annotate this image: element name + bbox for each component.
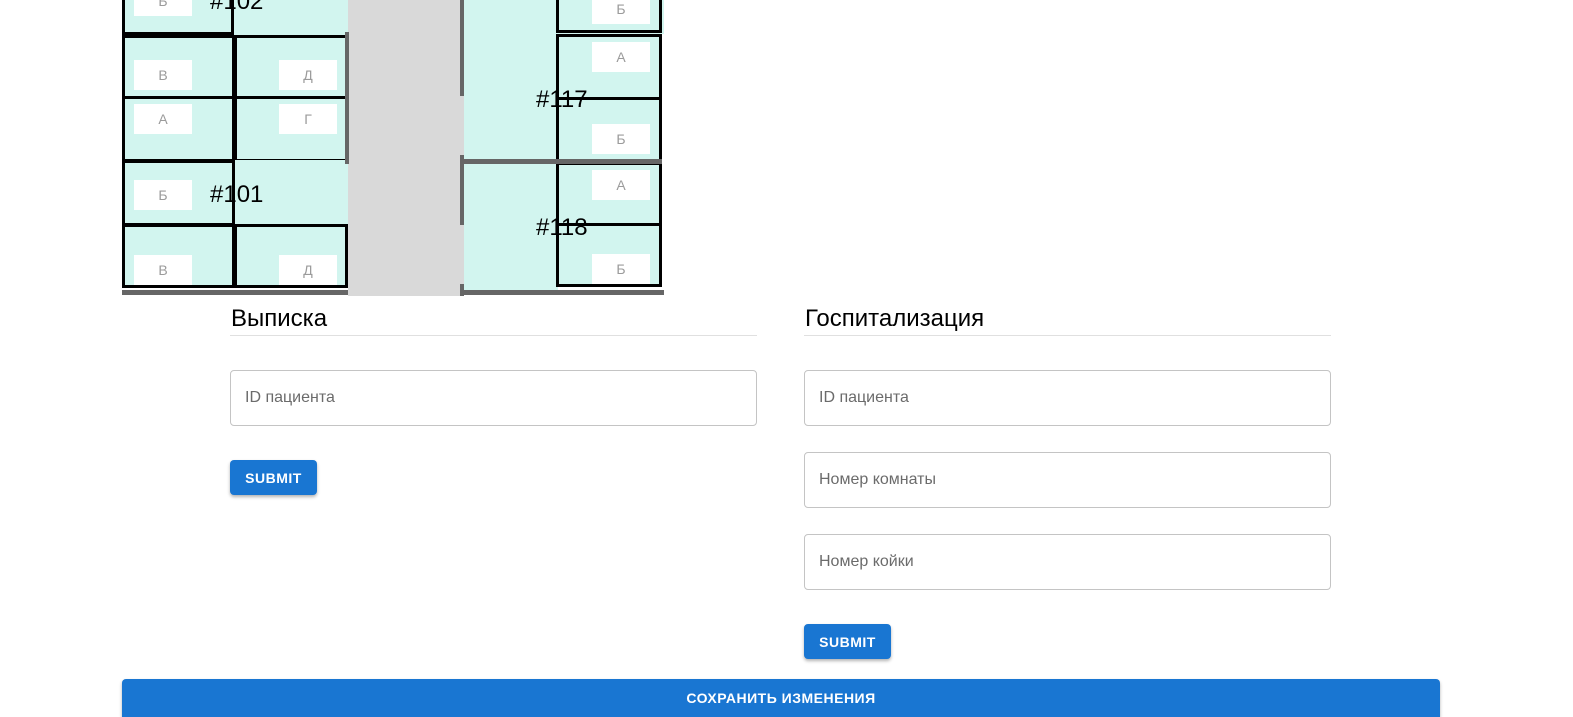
discharge-patient-id-input[interactable] <box>230 370 757 426</box>
room-number: #117 <box>536 86 588 113</box>
room-number: #118 <box>536 214 588 241</box>
bed-label: А <box>592 170 650 200</box>
bed-label: Г <box>279 104 337 134</box>
room-number-input[interactable] <box>804 452 1331 508</box>
wall <box>345 32 349 164</box>
bed-label: Б <box>592 0 650 24</box>
bed-label: Б <box>592 254 650 284</box>
corridor <box>348 0 464 296</box>
save-changes-button[interactable]: СОХРАНИТЬ ИЗМЕНЕНИЯ <box>122 679 1440 717</box>
wall <box>464 290 664 295</box>
hospitalization-divider <box>804 335 1331 336</box>
hospitalization-submit-button[interactable]: SUBMIT <box>804 624 891 659</box>
room-101[interactable]: Б #101 В Д <box>122 160 348 296</box>
discharge-submit-button[interactable]: SUBMIT <box>230 460 317 495</box>
wall <box>460 0 464 96</box>
discharge-title: Выписка <box>231 305 328 332</box>
room-117[interactable]: А Б #117 <box>464 34 664 163</box>
floor-plan: Б #102 В Д А Г Б #101 В Д Б А Б #117 А Б… <box>122 0 664 296</box>
bed-label: Б <box>134 180 192 210</box>
bed-label: А <box>134 104 192 134</box>
bed-label: В <box>134 60 192 90</box>
room-102[interactable]: Б #102 В Д А Г <box>122 0 348 162</box>
discharge-divider <box>230 335 757 336</box>
bed-label: Б <box>592 124 650 154</box>
wall <box>122 290 348 295</box>
bed-label: Д <box>279 255 337 285</box>
hospitalization-title: Госпитализация <box>805 305 985 332</box>
hospitalization-patient-id-input[interactable] <box>804 370 1331 426</box>
bed-label: В <box>134 255 192 285</box>
wall <box>464 159 662 164</box>
room-118[interactable]: А Б #118 <box>464 162 664 296</box>
bed-label: Б <box>134 0 192 16</box>
bed-label: А <box>592 42 650 72</box>
bed-number-input[interactable] <box>804 534 1331 590</box>
room-number: #102 <box>210 0 264 15</box>
bed-label: Д <box>279 60 337 90</box>
wall <box>460 155 464 225</box>
room-number: #101 <box>210 181 264 208</box>
